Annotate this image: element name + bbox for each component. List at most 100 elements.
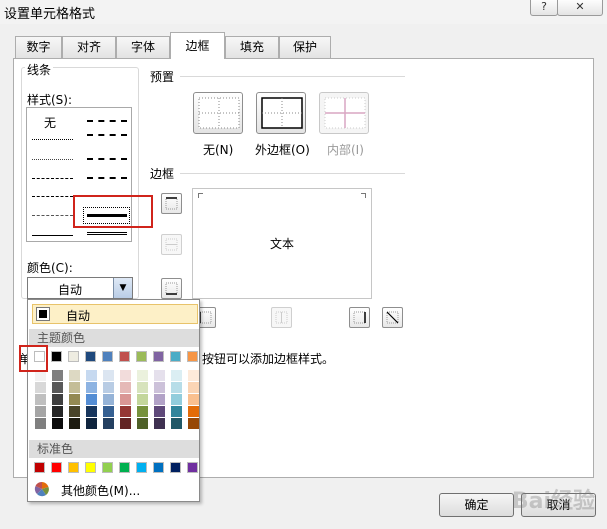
more-colors-option[interactable]: 其他颜色(M)... — [29, 478, 199, 500]
theme-shade-swatch[interactable] — [35, 406, 46, 417]
theme-shade-swatch[interactable] — [52, 418, 63, 429]
theme-shade-swatch[interactable] — [120, 370, 131, 381]
theme-shade-swatch[interactable] — [103, 370, 114, 381]
theme-shade-swatch[interactable] — [86, 394, 97, 405]
theme-shade-swatch[interactable] — [171, 418, 182, 429]
preset-inside-button[interactable] — [319, 92, 369, 134]
tab-number[interactable]: 数字 — [15, 36, 62, 58]
line-style-none[interactable]: 无 — [44, 114, 56, 131]
standard-color-swatch[interactable] — [34, 462, 45, 473]
theme-shade-swatch[interactable] — [103, 406, 114, 417]
line-style-dash-dot[interactable] — [32, 196, 73, 197]
theme-shade-swatch[interactable] — [69, 406, 80, 417]
preset-none-button[interactable] — [193, 92, 243, 134]
theme-color-swatch[interactable] — [119, 351, 130, 362]
theme-shade-swatch[interactable] — [137, 418, 148, 429]
theme-shade-swatch[interactable] — [154, 394, 165, 405]
standard-color-swatch[interactable] — [136, 462, 147, 473]
theme-shade-swatch[interactable] — [188, 382, 199, 393]
theme-color-swatch[interactable] — [68, 351, 79, 362]
standard-color-swatch[interactable] — [119, 462, 130, 473]
theme-shade-swatch[interactable] — [137, 406, 148, 417]
theme-color-swatch[interactable] — [102, 351, 113, 362]
tab-border[interactable]: 边框 — [170, 32, 225, 59]
theme-shade-swatch[interactable] — [103, 382, 114, 393]
theme-shade-swatch[interactable] — [86, 418, 97, 429]
theme-shade-swatch[interactable] — [120, 394, 131, 405]
theme-shade-swatch[interactable] — [35, 382, 46, 393]
line-style-dash-dot-dot[interactable] — [32, 178, 73, 179]
theme-shade-swatch[interactable] — [154, 406, 165, 417]
theme-shade-swatch[interactable] — [52, 382, 63, 393]
standard-color-swatch[interactable] — [102, 462, 113, 473]
theme-shade-swatch[interactable] — [35, 394, 46, 405]
theme-shade-swatch[interactable] — [137, 394, 148, 405]
theme-shade-swatch[interactable] — [188, 406, 199, 417]
border-right-button[interactable] — [349, 307, 370, 328]
color-select[interactable]: 自动 ▼ — [27, 277, 133, 299]
theme-shade-swatch[interactable] — [86, 382, 97, 393]
tab-fill[interactable]: 填充 — [225, 36, 279, 58]
border-preview[interactable]: 文本 — [192, 188, 372, 299]
theme-shade-swatch[interactable] — [188, 370, 199, 381]
ok-button[interactable]: 确定 — [439, 493, 514, 517]
tab-font[interactable]: 字体 — [116, 36, 170, 58]
theme-shade-swatch[interactable] — [120, 418, 131, 429]
theme-shade-swatch[interactable] — [86, 370, 97, 381]
standard-color-swatch[interactable] — [170, 462, 181, 473]
border-bottom-button[interactable] — [161, 278, 182, 299]
theme-shade-swatch[interactable] — [103, 394, 114, 405]
theme-shade-swatch[interactable] — [137, 382, 148, 393]
border-inside-vertical-button[interactable] — [271, 307, 292, 328]
theme-shade-swatch[interactable] — [154, 382, 165, 393]
theme-shade-swatch[interactable] — [35, 418, 46, 429]
tab-alignment[interactable]: 对齐 — [62, 36, 116, 58]
line-style-medium-dash-dot-dot[interactable] — [87, 120, 127, 122]
line-style-dotted[interactable] — [32, 159, 73, 160]
theme-shade-swatch[interactable] — [69, 394, 80, 405]
preset-outline-button[interactable] — [256, 92, 306, 134]
theme-shade-swatch[interactable] — [69, 370, 80, 381]
standard-color-swatch[interactable] — [153, 462, 164, 473]
theme-color-swatch[interactable] — [187, 351, 198, 362]
border-diagonal-down-button[interactable] — [382, 307, 403, 328]
theme-shade-swatch[interactable] — [137, 370, 148, 381]
theme-shade-swatch[interactable] — [171, 382, 182, 393]
standard-color-swatch[interactable] — [85, 462, 96, 473]
standard-color-swatch[interactable] — [68, 462, 79, 473]
theme-shade-swatch[interactable] — [69, 382, 80, 393]
theme-color-swatch[interactable] — [85, 351, 96, 362]
theme-shade-swatch[interactable] — [103, 418, 114, 429]
theme-shade-swatch[interactable] — [52, 406, 63, 417]
theme-shade-swatch[interactable] — [52, 370, 63, 381]
theme-color-swatch[interactable] — [136, 351, 147, 362]
line-style-medium-dash-dot[interactable] — [87, 158, 127, 160]
help-button[interactable]: ? — [530, 0, 558, 16]
theme-color-swatch[interactable] — [153, 351, 164, 362]
theme-color-swatch[interactable] — [170, 351, 181, 362]
line-style-thin[interactable] — [32, 235, 73, 236]
theme-shade-swatch[interactable] — [154, 418, 165, 429]
tab-protection[interactable]: 保护 — [279, 36, 331, 58]
line-style-dashed[interactable] — [32, 215, 73, 216]
color-auto-option[interactable]: 自动 — [32, 304, 198, 324]
standard-color-swatch[interactable] — [51, 462, 62, 473]
close-button[interactable]: ✕ — [557, 0, 603, 16]
line-style-slant-dash-dot[interactable] — [87, 134, 127, 136]
theme-shade-swatch[interactable] — [171, 406, 182, 417]
theme-shade-swatch[interactable] — [154, 370, 165, 381]
theme-shade-swatch[interactable] — [86, 406, 97, 417]
theme-shade-swatch[interactable] — [171, 394, 182, 405]
theme-shade-swatch[interactable] — [120, 382, 131, 393]
theme-shade-swatch[interactable] — [188, 418, 199, 429]
chevron-down-icon[interactable]: ▼ — [113, 278, 132, 298]
line-style-hairline[interactable] — [32, 139, 73, 140]
line-style-double[interactable] — [87, 232, 127, 235]
theme-shade-swatch[interactable] — [52, 394, 63, 405]
theme-color-swatch[interactable] — [51, 351, 62, 362]
theme-shade-swatch[interactable] — [171, 370, 182, 381]
border-top-button[interactable] — [161, 193, 182, 214]
standard-color-swatch[interactable] — [187, 462, 198, 473]
theme-shade-swatch[interactable] — [188, 394, 199, 405]
border-inside-horizontal-button[interactable] — [161, 234, 182, 255]
